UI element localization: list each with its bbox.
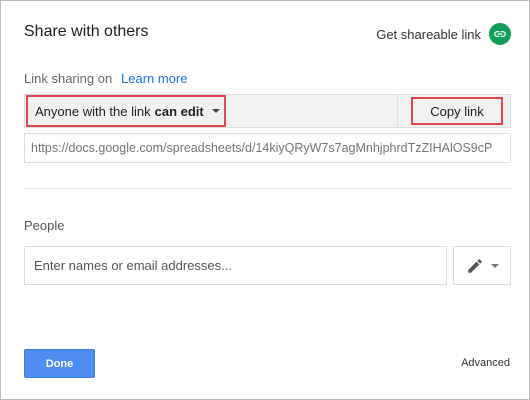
learn-more-link[interactable]: Learn more: [121, 71, 187, 86]
get-shareable-link-label: Get shareable link: [376, 26, 481, 42]
done-button[interactable]: Done: [24, 349, 95, 378]
dropdown-caret-icon: [211, 109, 220, 113]
link-sharing-label: Link sharing on: [24, 71, 113, 86]
get-shareable-link-button[interactable]: Get shareable link: [376, 23, 511, 45]
section-divider: [24, 188, 511, 189]
access-level: can edit: [154, 103, 204, 119]
link-icon[interactable]: [489, 23, 511, 45]
chevron-down-icon: [490, 263, 499, 268]
share-dialog: Share with others Get shareable link Lin…: [0, 0, 530, 400]
link-access-dropdown[interactable]: Anyone with the link can edit: [26, 95, 226, 127]
shareable-url-field[interactable]: https://docs.google.com/spreadsheets/d/1…: [24, 133, 511, 163]
access-prefix: Anyone with the link: [35, 103, 151, 119]
dialog-title: Share with others: [24, 23, 149, 40]
people-input[interactable]: [24, 246, 447, 285]
advanced-link[interactable]: Advanced: [461, 357, 510, 369]
permission-dropdown-button[interactable]: [453, 246, 511, 285]
bar-divider: [397, 95, 398, 127]
copy-link-button[interactable]: Copy link: [411, 97, 503, 125]
pencil-icon: [467, 258, 482, 273]
people-label: People: [24, 218, 65, 233]
link-glyph: [494, 31, 506, 37]
